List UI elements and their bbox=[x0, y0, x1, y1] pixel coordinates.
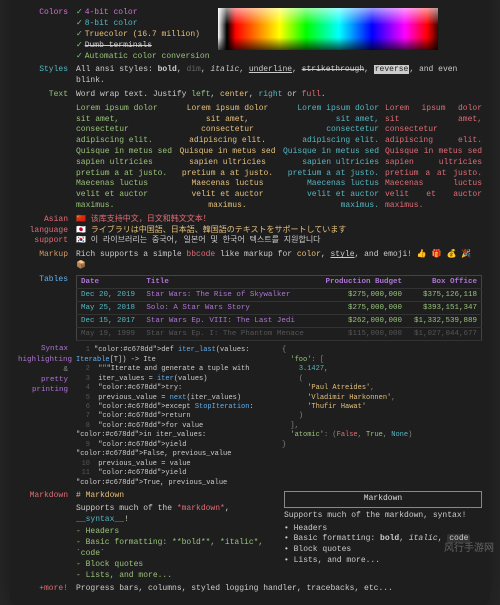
lorem-columns: Lorem ipsum dolor sit amet, consectetur … bbox=[76, 104, 482, 212]
pretty-block: { 'foo': [ 3.1427, ( 'Paul Atreides', 'V… bbox=[282, 346, 482, 488]
section-label-text: Text bbox=[18, 90, 68, 212]
color-list: ✓4-bit color✓8-bit color✓Truecolor (16.7… bbox=[76, 8, 210, 62]
section-label-markdown: Markdown bbox=[18, 491, 68, 581]
markdown-render: Markdown Supports much of the markdown, … bbox=[284, 491, 482, 581]
section-label-tables: Tables bbox=[18, 275, 68, 342]
section-label-asian: Asian language support bbox=[18, 215, 68, 247]
flag-kr-icon: 🇰🇷 bbox=[76, 236, 86, 245]
section-label-syntax: Syntax highlighting & pretty printing bbox=[18, 344, 68, 488]
markdown-box: Markdown bbox=[284, 491, 482, 508]
watermark: 风行手游网 bbox=[444, 539, 494, 554]
flag-jp-icon: 🇯🇵 bbox=[76, 226, 86, 235]
section-label-colors: Colors bbox=[18, 8, 68, 62]
justify-line: Word wrap text. Justify left, center, ri… bbox=[76, 90, 482, 101]
heading: Rich features bbox=[18, 0, 482, 4]
markup-line: Rich supports a simple bbcode like marku… bbox=[76, 250, 482, 272]
section-label-styles: Styles bbox=[18, 65, 68, 87]
terminal-window: -bash > python -m rich Rich features Col… bbox=[10, 0, 490, 605]
more-text: Progress bars, columns, styled logging h… bbox=[76, 584, 482, 595]
movie-table: DateTitleProduction BudgetBox Office Dec… bbox=[76, 275, 482, 342]
code-block: 1"color:#c678dd">def iter_last(values: I… bbox=[76, 346, 276, 488]
asian-text: 🇨🇳 该库支持中文，日文和韩文文本！ 🇯🇵 ライブラリは中国語、日本語、韓国語の… bbox=[76, 215, 482, 247]
flag-cn-icon: 🇨🇳 bbox=[76, 215, 86, 224]
markdown-source: # Markdown Supports much of the *markdow… bbox=[76, 491, 274, 581]
section-label-markup: Markup bbox=[18, 250, 68, 272]
styles-demo: All ansi styles: bold, dim, italic, unde… bbox=[76, 65, 482, 87]
section-label-more: +more! bbox=[18, 584, 68, 595]
color-spectrum bbox=[218, 8, 438, 50]
terminal-body[interactable]: > python -m rich Rich features Colors ✓4… bbox=[10, 0, 490, 605]
